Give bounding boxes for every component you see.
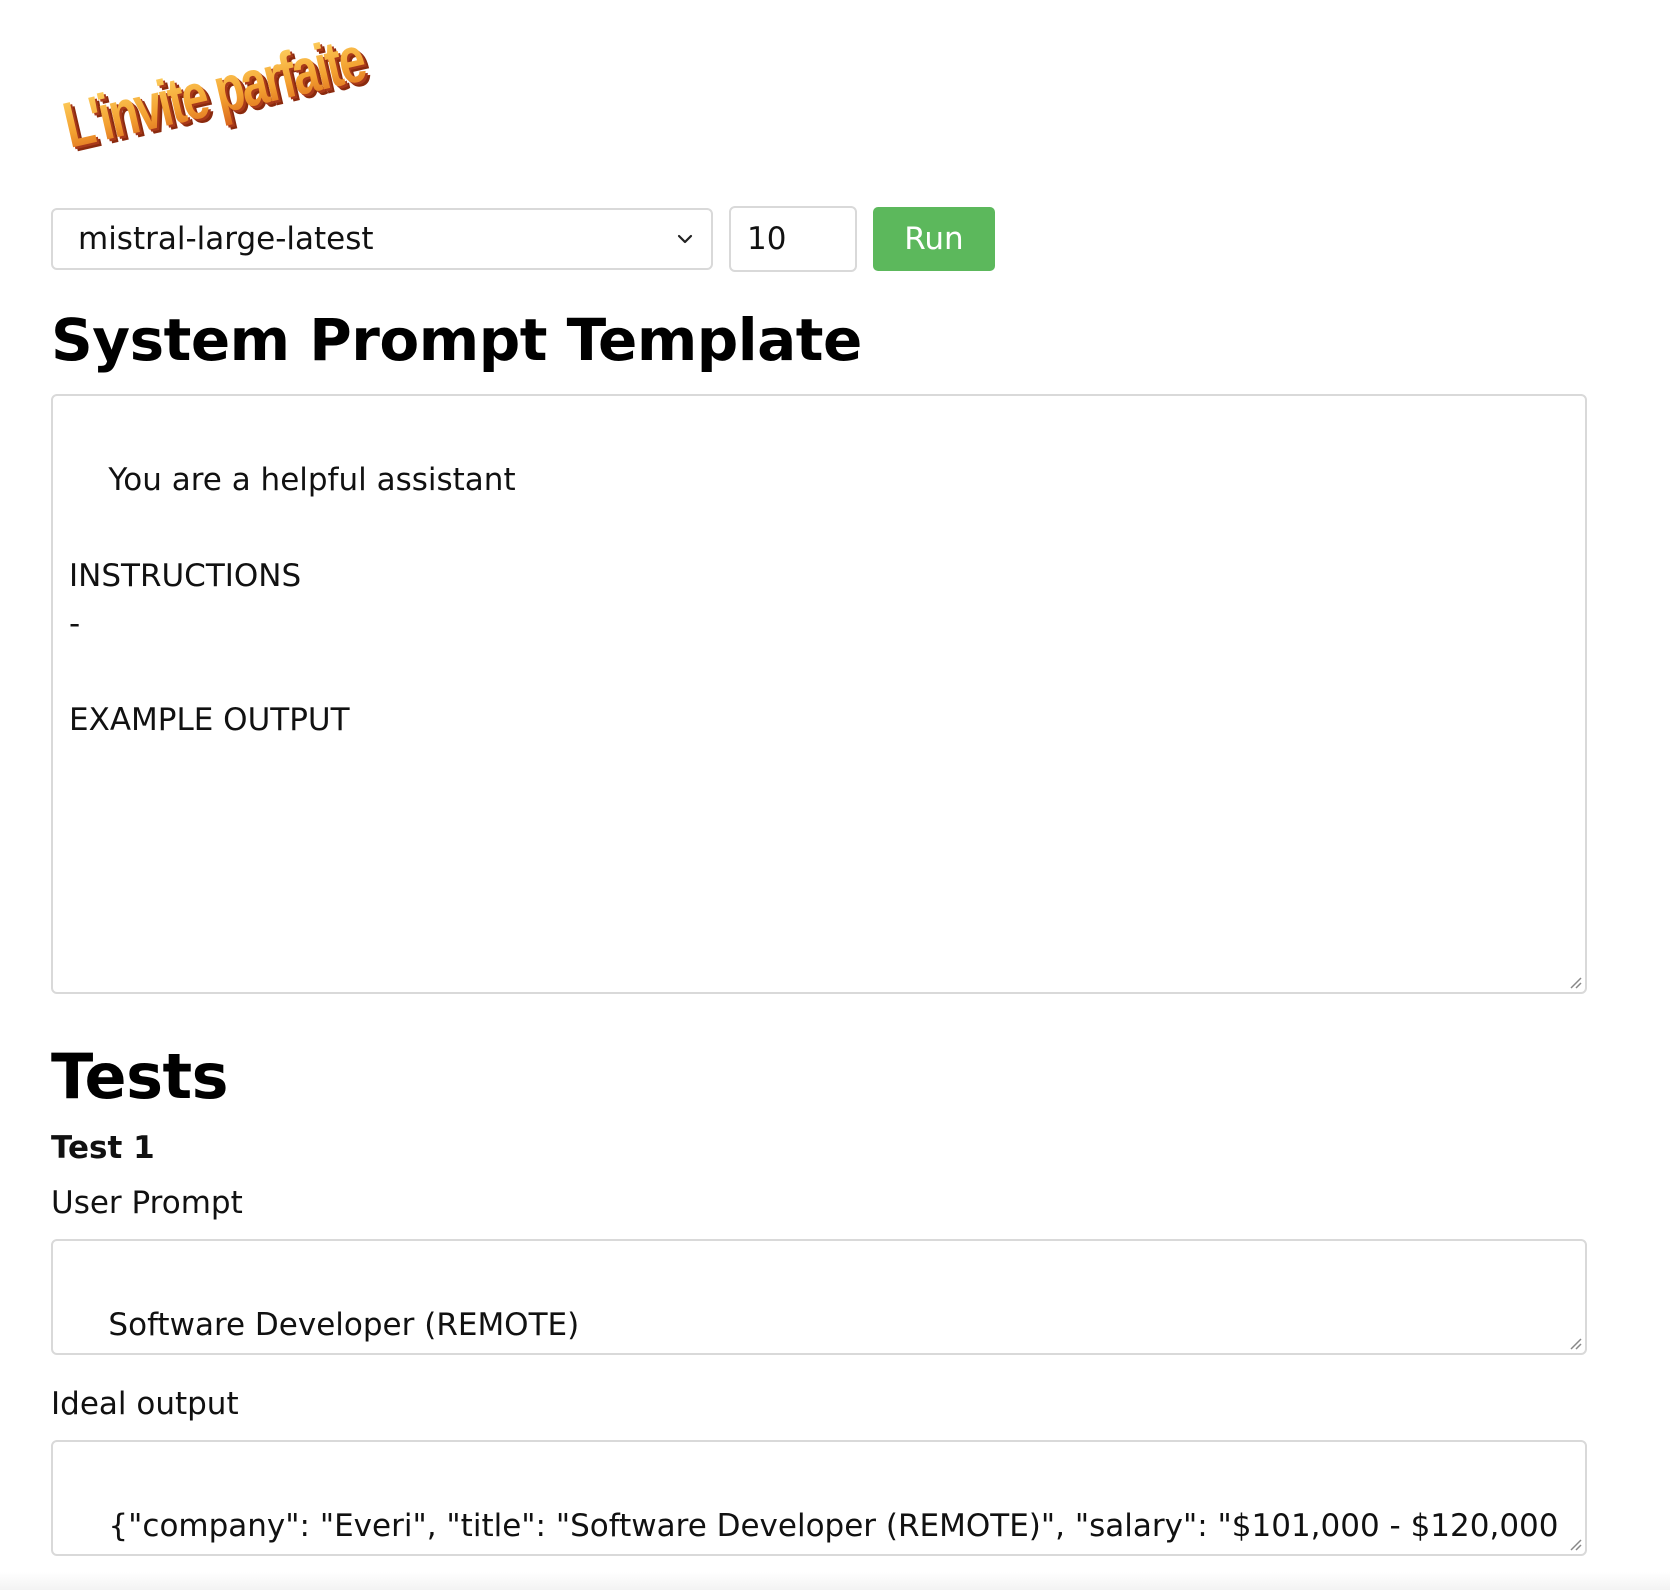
ideal-output-label: Ideal output: [51, 1386, 239, 1422]
user-prompt-textarea[interactable]: Software Developer (REMOTE) Everi: [51, 1239, 1587, 1355]
system-prompt-heading: System Prompt Template: [51, 306, 862, 374]
chevron-down-icon: [677, 234, 693, 244]
ideal-output-text: {"company": "Everi", "title": "Software …: [108, 1508, 1559, 1544]
system-prompt-text: You are a helpful assistant INSTRUCTIONS…: [69, 462, 516, 738]
system-prompt-textarea[interactable]: You are a helpful assistant INSTRUCTIONS…: [51, 394, 1587, 994]
logo-face: L'invite parfaite: [60, 23, 371, 163]
user-prompt-text: Software Developer (REMOTE) Everi: [108, 1307, 580, 1343]
model-select-value: mistral-large-latest: [78, 221, 374, 257]
test-title: Test 1: [51, 1130, 155, 1166]
controls-bar: mistral-large-latest Run: [51, 206, 995, 272]
count-input[interactable]: [729, 206, 857, 272]
resize-handle-icon[interactable]: [1566, 1334, 1582, 1350]
tests-heading: Tests: [51, 1040, 229, 1113]
resize-handle-icon[interactable]: [1566, 973, 1582, 989]
page: L'invite parfaite L'invite parfaite L'in…: [0, 0, 1670, 1590]
run-button[interactable]: Run: [873, 207, 995, 271]
model-select[interactable]: mistral-large-latest: [51, 208, 713, 270]
user-prompt-label: User Prompt: [51, 1185, 243, 1221]
app-logo: L'invite parfaite L'invite parfaite L'in…: [60, 20, 420, 170]
logo-wordart: L'invite parfaite L'invite parfaite L'in…: [60, 23, 376, 167]
bottom-edge-shade: [0, 1572, 1670, 1590]
ideal-output-textarea[interactable]: {"company": "Everi", "title": "Software …: [51, 1440, 1587, 1556]
resize-handle-icon[interactable]: [1566, 1535, 1582, 1551]
